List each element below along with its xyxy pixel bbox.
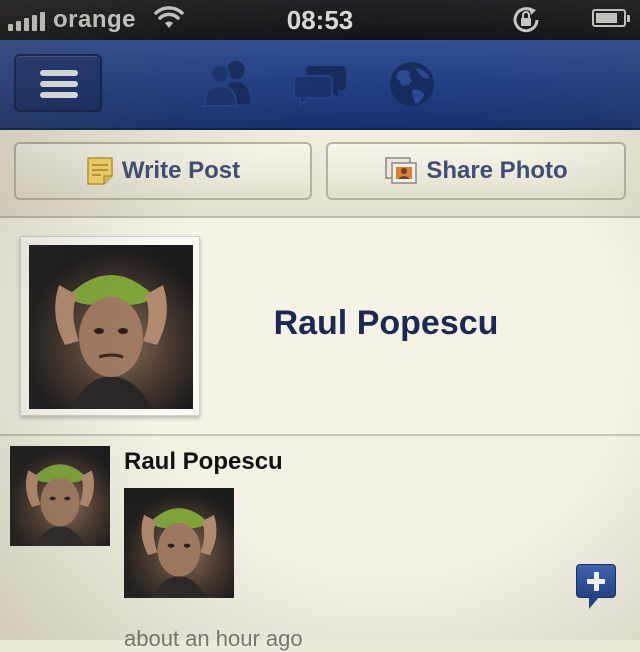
navigation-bar [0, 40, 640, 130]
status-bar: orange 08:53 [0, 0, 640, 40]
feed: Raul Popescu about an hour ago [0, 436, 640, 651]
battery-icon [592, 9, 630, 27]
photo-icon [384, 156, 418, 186]
write-post-label: Write Post [121, 157, 241, 184]
post-timestamp: about an hour ago [124, 626, 303, 651]
share-photo-label: Share Photo [426, 157, 568, 184]
add-comment-button[interactable] [576, 564, 616, 609]
friend-requests-icon[interactable] [200, 58, 256, 113]
messages-icon[interactable] [293, 62, 348, 113]
status-time: 08:53 [286, 5, 354, 35]
menu-icon [40, 70, 78, 76]
post-author-name[interactable]: Raul Popescu [124, 448, 283, 476]
battery-fill [596, 13, 617, 23]
profile-photo [29, 245, 193, 409]
menu-icon-bar [40, 92, 78, 98]
profile-picture[interactable] [20, 236, 200, 416]
profile-name: Raul Popescu [273, 304, 499, 342]
menu-button[interactable] [14, 54, 102, 112]
note-icon [86, 156, 114, 186]
actions-bar: Write Post Share Photo [0, 130, 640, 218]
notifications-globe-icon[interactable] [388, 60, 436, 113]
menu-icon-bar [40, 81, 78, 87]
share-photo-button[interactable]: Share Photo [326, 142, 626, 200]
rotation-lock-icon [510, 5, 542, 40]
profile-header: Raul Popescu [0, 218, 640, 436]
post-photo[interactable] [124, 488, 234, 598]
plus-icon-stroke [593, 572, 599, 591]
write-post-button[interactable]: Write Post [14, 142, 312, 200]
post-author-avatar[interactable] [10, 446, 110, 546]
